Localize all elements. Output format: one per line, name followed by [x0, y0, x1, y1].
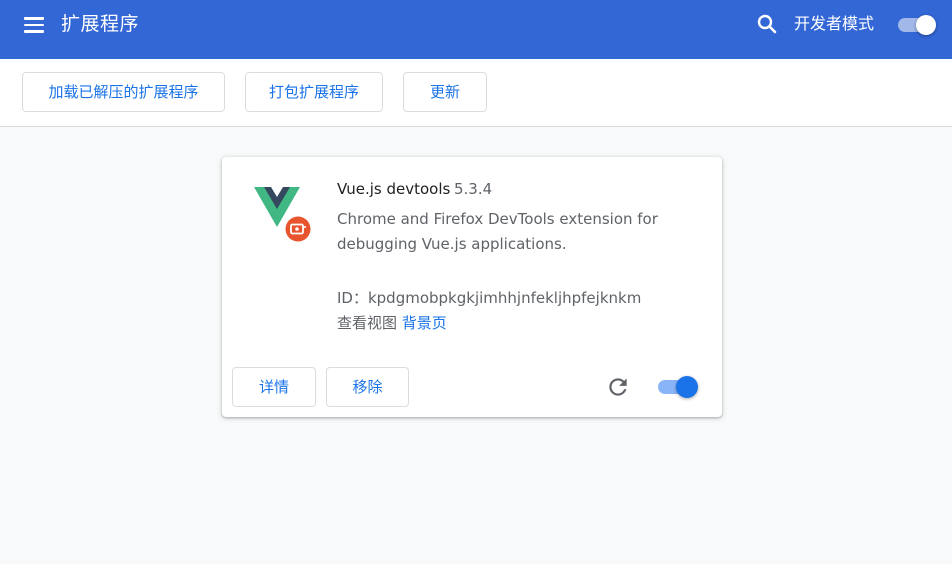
developer-mode-badge-icon	[284, 215, 312, 243]
pack-extension-button[interactable]: 打包扩展程序	[245, 72, 383, 112]
developer-mode-toggle[interactable]	[896, 15, 938, 35]
vue-logo-icon	[252, 183, 316, 247]
inspect-views-row: 查看视图 背景页	[337, 312, 447, 334]
hamburger-menu-icon[interactable]	[22, 14, 48, 36]
search-icon[interactable]	[755, 12, 779, 36]
extension-id: ID：kpdgmobpkgkjimhhjnfekljhpfejknkm	[337, 289, 642, 307]
extension-name: Vue.js devtools	[337, 180, 451, 198]
extension-card: Vue.js devtools 5.3.4 Chrome and Firefox…	[222, 157, 722, 417]
details-button[interactable]: 详情	[232, 367, 316, 407]
developer-toolbar: 加载已解压的扩展程序 打包扩展程序 更新	[0, 59, 952, 127]
toggle-knob	[676, 376, 698, 398]
reload-icon[interactable]	[605, 374, 631, 400]
extension-version: 5.3.4	[454, 180, 493, 198]
load-unpacked-button[interactable]: 加载已解压的扩展程序	[22, 72, 225, 112]
extensions-header: 扩展程序 开发者模式	[0, 0, 952, 59]
inspect-views-label: 查看视图	[337, 314, 398, 332]
update-button[interactable]: 更新	[403, 72, 487, 112]
remove-button[interactable]: 移除	[326, 367, 409, 407]
extension-description: Chrome and Firefox DevTools extension fo…	[337, 210, 658, 253]
page-title: 扩展程序	[61, 13, 140, 35]
developer-mode-label: 开发者模式	[794, 14, 875, 33]
background-page-link[interactable]: 背景页	[402, 314, 447, 332]
toggle-knob	[916, 15, 936, 35]
extension-enable-toggle[interactable]	[656, 376, 700, 398]
